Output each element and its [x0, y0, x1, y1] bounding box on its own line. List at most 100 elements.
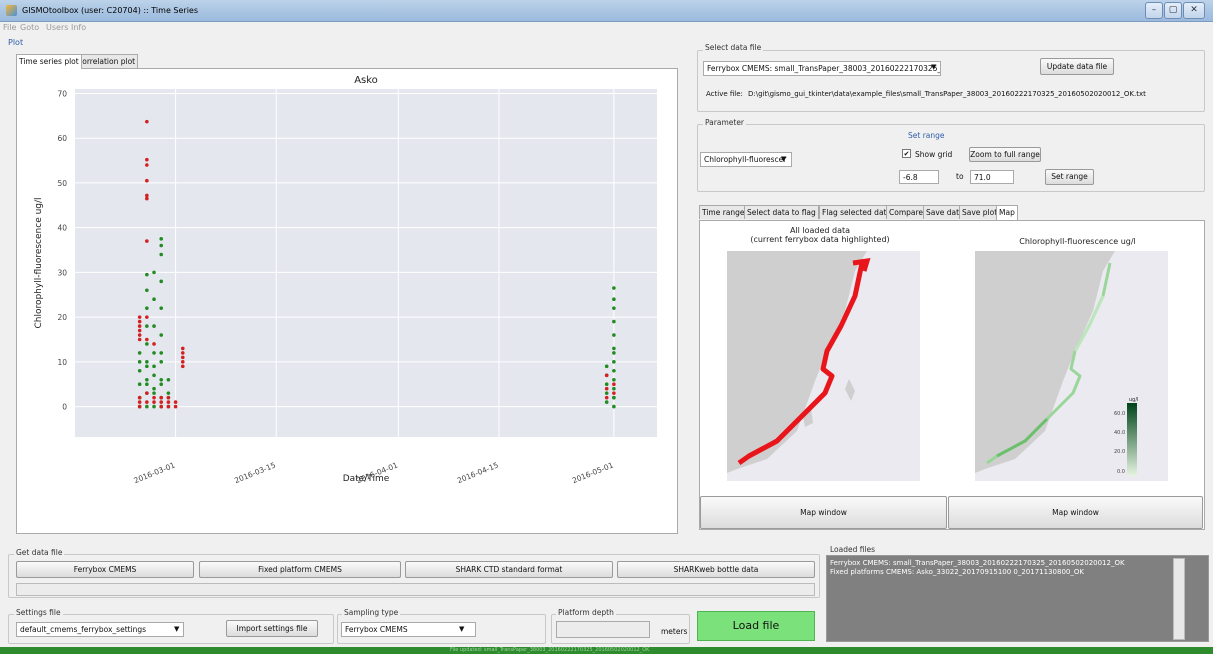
- data-point: [604, 400, 609, 404]
- shark-ctd-button[interactable]: SHARK CTD standard format: [405, 561, 613, 578]
- data-point: [145, 239, 149, 243]
- scrollbar[interactable]: [1173, 558, 1185, 640]
- data-point: [159, 279, 164, 284]
- data-point: [604, 395, 609, 400]
- y-tick-label: 30: [57, 268, 67, 277]
- y-axis-label: Chlorophyll-fluorescence ug/l: [34, 197, 44, 328]
- sampling-type-value: Ferrybox CMEMS: [345, 625, 408, 634]
- data-point: [166, 404, 171, 409]
- active-file-path: D:\git\gismo_gui_tkinter\data\example_fi…: [748, 90, 1146, 98]
- map-right-title: Chlorophyll-fluorescence ug/l: [1019, 237, 1136, 246]
- show-grid-checkbox[interactable]: ✔: [902, 149, 911, 158]
- settings-combo[interactable]: default_cmems_ferrybox_settings: [16, 622, 184, 637]
- app-icon: [6, 5, 17, 16]
- range-to-input[interactable]: 71.0: [970, 170, 1014, 184]
- data-point: [137, 404, 142, 409]
- data-point: [145, 288, 149, 293]
- tab-compare[interactable]: Compare: [886, 205, 927, 219]
- plot-panel-label: Plot: [8, 38, 24, 47]
- loaded-files-list[interactable]: Ferrybox CMEMS: small_TransPaper_38003_2…: [826, 555, 1209, 642]
- colorbar-tick: 20.0: [1114, 449, 1125, 455]
- set-range-button[interactable]: Set range: [1045, 169, 1094, 185]
- y-tick-label: 10: [57, 358, 67, 367]
- data-point: [173, 400, 178, 404]
- title-bar: GISMOtoolbox (user: C20704) :: Time Seri…: [0, 0, 1213, 22]
- data-point: [152, 395, 156, 400]
- y-tick-label: 20: [57, 313, 67, 322]
- data-point: [137, 360, 142, 364]
- x-tick-label: 2016-03-15: [233, 460, 277, 485]
- parameter-combo[interactable]: Chlorophyll-fluorescer: [700, 152, 792, 167]
- tab-correlation-plot[interactable]: Correlation plot: [74, 54, 139, 68]
- range-to-label: to: [956, 172, 964, 181]
- set-range-label: Set range: [908, 131, 945, 140]
- status-bar: File updated: small_TransPaper_38003_201…: [0, 647, 1213, 654]
- chevron-down-icon: ▼: [931, 63, 937, 71]
- tab-map[interactable]: Map: [996, 205, 1018, 220]
- load-file-button[interactable]: Load file: [697, 611, 815, 641]
- import-settings-button[interactable]: Import settings file: [226, 620, 318, 637]
- data-point: [612, 395, 616, 400]
- range-from-input[interactable]: -6.8: [899, 170, 939, 184]
- window-title: GISMOtoolbox (user: C20704) :: Time Seri…: [22, 6, 199, 15]
- chart-title: Asko: [354, 75, 378, 86]
- map-left-title-line2: (current ferrybox data highlighted): [750, 235, 890, 244]
- data-point: [612, 297, 616, 302]
- map-window-left-button[interactable]: Map window: [700, 496, 947, 529]
- data-point: [612, 286, 616, 290]
- menu-goto[interactable]: Goto: [20, 23, 39, 32]
- data-file-combo[interactable]: Ferrybox CMEMS: small_TransPaper_38003_2…: [703, 61, 941, 76]
- update-data-file-button[interactable]: Update data file: [1040, 58, 1114, 75]
- menu-users[interactable]: Users: [46, 23, 68, 32]
- colorbar-tick: 0.0: [1117, 469, 1125, 475]
- x-tick-label: 2016-03-01: [133, 460, 177, 485]
- data-point: [612, 386, 616, 391]
- platform-depth-label: Platform depth: [556, 608, 616, 617]
- sampling-type-combo[interactable]: Ferrybox CMEMS: [341, 622, 476, 637]
- close-button[interactable]: ✕: [1183, 2, 1205, 19]
- data-point: [145, 178, 149, 183]
- data-point: [604, 373, 609, 378]
- data-point: [159, 333, 164, 337]
- ferrybox-cmems-button[interactable]: Ferrybox CMEMS: [16, 561, 194, 578]
- data-point: [612, 306, 616, 310]
- tab-time-series-plot[interactable]: Time series plot: [16, 54, 82, 69]
- list-item[interactable]: Fixed platforms CMEMS: Asko_33022_201709…: [830, 568, 1084, 577]
- list-item[interactable]: Ferrybox CMEMS: small_TransPaper_38003_2…: [830, 559, 1125, 568]
- data-point: [152, 400, 156, 404]
- data-point: [612, 319, 616, 324]
- tab-time-range[interactable]: Time range: [699, 205, 748, 219]
- data-point: [152, 342, 156, 346]
- active-file-label: Active file:: [706, 90, 743, 98]
- colorbar-tick: 60.0: [1114, 411, 1125, 417]
- map-window-right-button[interactable]: Map window: [948, 496, 1203, 529]
- data-point: [137, 351, 142, 355]
- zoom-full-range-button[interactable]: Zoom to full range: [969, 147, 1041, 162]
- data-point: [152, 324, 156, 328]
- menu-info[interactable]: Info: [71, 23, 86, 32]
- loaded-files-label: Loaded files: [828, 545, 878, 554]
- select-data-label: Select data file: [703, 43, 764, 52]
- menu-file[interactable]: File: [3, 23, 16, 32]
- minimize-button[interactable]: –: [1145, 2, 1163, 19]
- data-point: [180, 346, 185, 351]
- data-point: [159, 382, 164, 387]
- data-point: [159, 400, 164, 404]
- platform-depth-input[interactable]: [556, 621, 650, 638]
- tab-flag-selected-data[interactable]: Flag selected data: [819, 205, 895, 219]
- show-grid-label: Show grid: [915, 150, 953, 159]
- maximize-button[interactable]: ▢: [1164, 2, 1182, 19]
- tab-select-data-to-flag[interactable]: Select data to flag: [744, 205, 819, 219]
- fixed-platform-cmems-button[interactable]: Fixed platform CMEMS: [199, 561, 401, 578]
- data-point: [152, 351, 156, 355]
- data-point: [159, 252, 164, 257]
- sharkweb-bottle-button[interactable]: SHARKweb bottle data: [617, 561, 815, 578]
- status-text: File updated: small_TransPaper_38003_201…: [450, 647, 650, 653]
- select-data-frame: [697, 50, 1205, 112]
- data-point: [145, 342, 149, 346]
- sampling-type-label: Sampling type: [342, 608, 401, 617]
- data-point: [180, 360, 185, 364]
- data-point: [145, 364, 149, 369]
- data-point: [180, 364, 185, 369]
- data-point: [152, 373, 156, 378]
